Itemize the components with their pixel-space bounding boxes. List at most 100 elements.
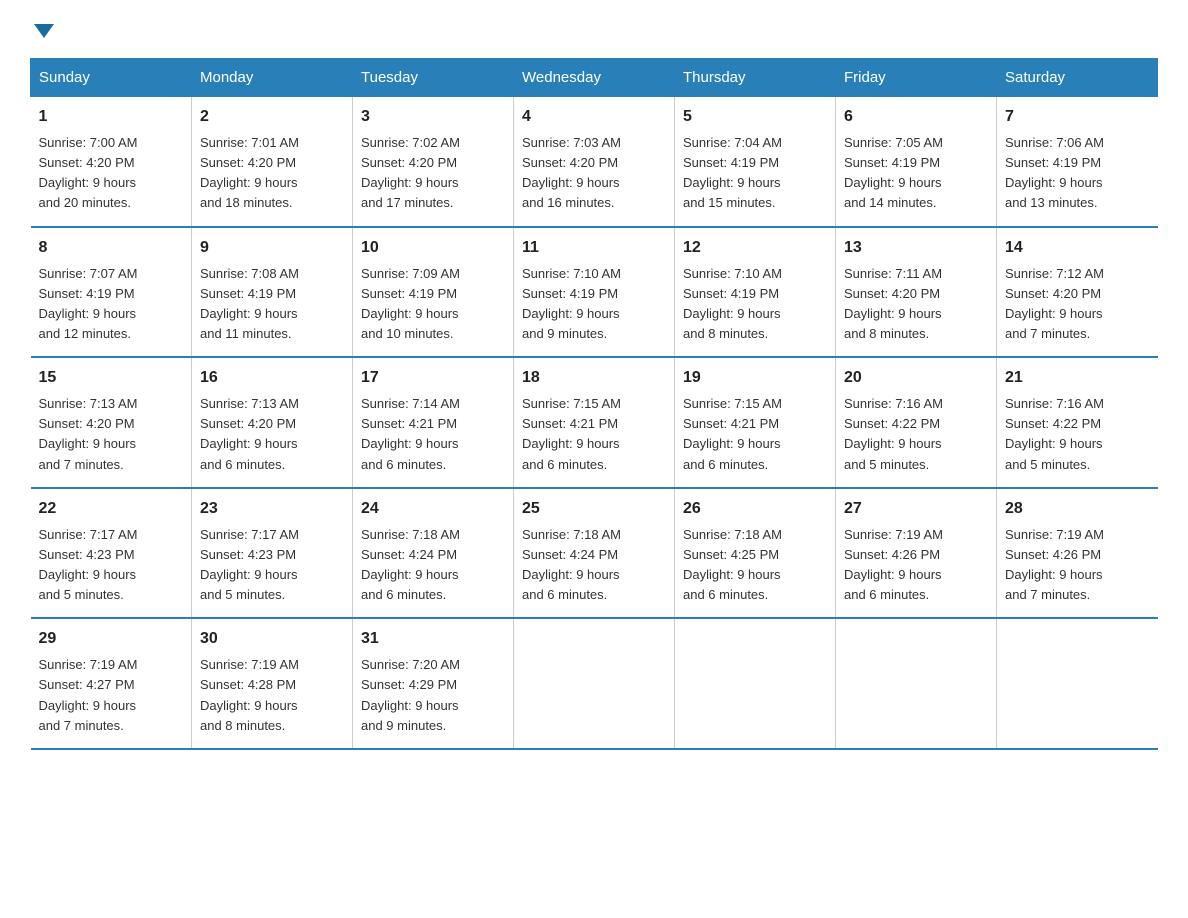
day-number: 4 — [522, 105, 666, 129]
calendar-cell: 25 Sunrise: 7:18 AMSunset: 4:24 PMDayligh… — [514, 488, 675, 619]
day-number: 1 — [39, 105, 184, 129]
day-info: Sunrise: 7:01 AMSunset: 4:20 PMDaylight:… — [200, 133, 344, 214]
calendar-cell: 3 Sunrise: 7:02 AMSunset: 4:20 PMDaylight… — [353, 97, 514, 227]
week-row-4: 22 Sunrise: 7:17 AMSunset: 4:23 PMDayligh… — [31, 488, 1158, 619]
calendar-cell — [836, 618, 997, 749]
day-info: Sunrise: 7:17 AMSunset: 4:23 PMDaylight:… — [39, 525, 184, 606]
calendar-cell: 17Sunrise: 7:14 AMSunset: 4:21 PMDayligh… — [353, 357, 514, 488]
calendar-cell: 4 Sunrise: 7:03 AMSunset: 4:20 PMDaylight… — [514, 97, 675, 227]
day-info: Sunrise: 7:15 AMSunset: 4:21 PMDaylight:… — [683, 394, 827, 475]
calendar-cell: 27Sunrise: 7:19 AMSunset: 4:26 PMDayligh… — [836, 488, 997, 619]
header-friday: Friday — [836, 59, 997, 97]
calendar-cell: 31 Sunrise: 7:20 AMSunset: 4:29 PMDayligh… — [353, 618, 514, 749]
day-info: Sunrise: 7:20 AMSunset: 4:29 PMDaylight:… — [361, 655, 505, 736]
day-info: Sunrise: 7:05 AMSunset: 4:19 PMDaylight:… — [844, 133, 988, 214]
day-info: Sunrise: 7:19 AMSunset: 4:28 PMDaylight:… — [200, 655, 344, 736]
week-row-3: 15 Sunrise: 7:13 AMSunset: 4:20 PMDayligh… — [31, 357, 1158, 488]
day-info: Sunrise: 7:16 AMSunset: 4:22 PMDaylight:… — [1005, 394, 1150, 475]
calendar-cell — [514, 618, 675, 749]
calendar-cell: 9 Sunrise: 7:08 AMSunset: 4:19 PMDaylight… — [192, 227, 353, 358]
day-number: 18 — [522, 366, 666, 390]
day-number: 31 — [361, 627, 505, 651]
day-info: Sunrise: 7:06 AMSunset: 4:19 PMDaylight:… — [1005, 133, 1150, 214]
calendar-cell: 14Sunrise: 7:12 AMSunset: 4:20 PMDayligh… — [997, 227, 1158, 358]
header-saturday: Saturday — [997, 59, 1158, 97]
day-number: 5 — [683, 105, 827, 129]
calendar-cell: 19 Sunrise: 7:15 AMSunset: 4:21 PMDayligh… — [675, 357, 836, 488]
calendar-header: SundayMondayTuesdayWednesdayThursdayFrid… — [31, 59, 1158, 97]
day-number: 24 — [361, 497, 505, 521]
day-number: 7 — [1005, 105, 1150, 129]
day-number: 28 — [1005, 497, 1150, 521]
day-number: 12 — [683, 236, 827, 260]
calendar-cell: 26Sunrise: 7:18 AMSunset: 4:25 PMDayligh… — [675, 488, 836, 619]
day-number: 11 — [522, 236, 666, 260]
day-number: 10 — [361, 236, 505, 260]
calendar-cell: 28 Sunrise: 7:19 AMSunset: 4:26 PMDayligh… — [997, 488, 1158, 619]
calendar-cell: 12Sunrise: 7:10 AMSunset: 4:19 PMDayligh… — [675, 227, 836, 358]
day-info: Sunrise: 7:10 AMSunset: 4:19 PMDaylight:… — [522, 264, 666, 345]
day-info: Sunrise: 7:11 AMSunset: 4:20 PMDaylight:… — [844, 264, 988, 345]
day-info: Sunrise: 7:19 AMSunset: 4:26 PMDaylight:… — [844, 525, 988, 606]
day-number: 22 — [39, 497, 184, 521]
calendar-cell: 20 Sunrise: 7:16 AMSunset: 4:22 PMDayligh… — [836, 357, 997, 488]
day-info: Sunrise: 7:16 AMSunset: 4:22 PMDaylight:… — [844, 394, 988, 475]
day-number: 20 — [844, 366, 988, 390]
week-row-1: 1Sunrise: 7:00 AMSunset: 4:20 PMDaylight… — [31, 97, 1158, 227]
header-monday: Monday — [192, 59, 353, 97]
weekday-header-row: SundayMondayTuesdayWednesdayThursdayFrid… — [31, 59, 1158, 97]
calendar-cell: 7 Sunrise: 7:06 AMSunset: 4:19 PMDaylight… — [997, 97, 1158, 227]
day-info: Sunrise: 7:13 AMSunset: 4:20 PMDaylight:… — [200, 394, 344, 475]
day-info: Sunrise: 7:02 AMSunset: 4:20 PMDaylight:… — [361, 133, 505, 214]
day-number: 29 — [39, 627, 184, 651]
week-row-5: 29 Sunrise: 7:19 AMSunset: 4:27 PMDayligh… — [31, 618, 1158, 749]
day-info: Sunrise: 7:13 AMSunset: 4:20 PMDaylight:… — [39, 394, 184, 475]
day-info: Sunrise: 7:12 AMSunset: 4:20 PMDaylight:… — [1005, 264, 1150, 345]
day-info: Sunrise: 7:17 AMSunset: 4:23 PMDaylight:… — [200, 525, 344, 606]
calendar-cell: 2 Sunrise: 7:01 AMSunset: 4:20 PMDaylight… — [192, 97, 353, 227]
calendar-cell: 15 Sunrise: 7:13 AMSunset: 4:20 PMDayligh… — [31, 357, 192, 488]
day-info: Sunrise: 7:19 AMSunset: 4:27 PMDaylight:… — [39, 655, 184, 736]
header-wednesday: Wednesday — [514, 59, 675, 97]
calendar-cell — [997, 618, 1158, 749]
day-number: 13 — [844, 236, 988, 260]
day-number: 30 — [200, 627, 344, 651]
day-info: Sunrise: 7:18 AMSunset: 4:24 PMDaylight:… — [522, 525, 666, 606]
day-number: 9 — [200, 236, 344, 260]
logo — [30, 20, 54, 38]
calendar-cell: 13 Sunrise: 7:11 AMSunset: 4:20 PMDayligh… — [836, 227, 997, 358]
day-number: 2 — [200, 105, 344, 129]
calendar-cell: 29 Sunrise: 7:19 AMSunset: 4:27 PMDayligh… — [31, 618, 192, 749]
day-info: Sunrise: 7:03 AMSunset: 4:20 PMDaylight:… — [522, 133, 666, 214]
day-number: 19 — [683, 366, 827, 390]
day-number: 25 — [522, 497, 666, 521]
calendar-cell: 1Sunrise: 7:00 AMSunset: 4:20 PMDaylight… — [31, 97, 192, 227]
calendar-cell: 23Sunrise: 7:17 AMSunset: 4:23 PMDayligh… — [192, 488, 353, 619]
day-number: 17 — [361, 366, 505, 390]
calendar-cell: 11 Sunrise: 7:10 AMSunset: 4:19 PMDayligh… — [514, 227, 675, 358]
calendar-cell: 6 Sunrise: 7:05 AMSunset: 4:19 PMDaylight… — [836, 97, 997, 227]
day-info: Sunrise: 7:18 AMSunset: 4:24 PMDaylight:… — [361, 525, 505, 606]
calendar-cell: 5 Sunrise: 7:04 AMSunset: 4:19 PMDaylight… — [675, 97, 836, 227]
day-info: Sunrise: 7:09 AMSunset: 4:19 PMDaylight:… — [361, 264, 505, 345]
week-row-2: 8Sunrise: 7:07 AMSunset: 4:19 PMDaylight… — [31, 227, 1158, 358]
calendar-body: 1Sunrise: 7:00 AMSunset: 4:20 PMDaylight… — [31, 97, 1158, 749]
calendar-cell: 24 Sunrise: 7:18 AMSunset: 4:24 PMDayligh… — [353, 488, 514, 619]
calendar-cell: 8Sunrise: 7:07 AMSunset: 4:19 PMDaylight… — [31, 227, 192, 358]
day-info: Sunrise: 7:08 AMSunset: 4:19 PMDaylight:… — [200, 264, 344, 345]
day-info: Sunrise: 7:15 AMSunset: 4:21 PMDaylight:… — [522, 394, 666, 475]
day-number: 3 — [361, 105, 505, 129]
logo-general — [30, 20, 54, 38]
day-number: 15 — [39, 366, 184, 390]
day-number: 6 — [844, 105, 988, 129]
logo-arrow-icon — [34, 24, 54, 38]
page-header — [30, 20, 1158, 38]
header-sunday: Sunday — [31, 59, 192, 97]
day-info: Sunrise: 7:19 AMSunset: 4:26 PMDaylight:… — [1005, 525, 1150, 606]
day-info: Sunrise: 7:04 AMSunset: 4:19 PMDaylight:… — [683, 133, 827, 214]
calendar-cell: 16Sunrise: 7:13 AMSunset: 4:20 PMDayligh… — [192, 357, 353, 488]
day-info: Sunrise: 7:18 AMSunset: 4:25 PMDaylight:… — [683, 525, 827, 606]
header-tuesday: Tuesday — [353, 59, 514, 97]
day-info: Sunrise: 7:07 AMSunset: 4:19 PMDaylight:… — [39, 264, 184, 345]
calendar-cell: 30 Sunrise: 7:19 AMSunset: 4:28 PMDayligh… — [192, 618, 353, 749]
